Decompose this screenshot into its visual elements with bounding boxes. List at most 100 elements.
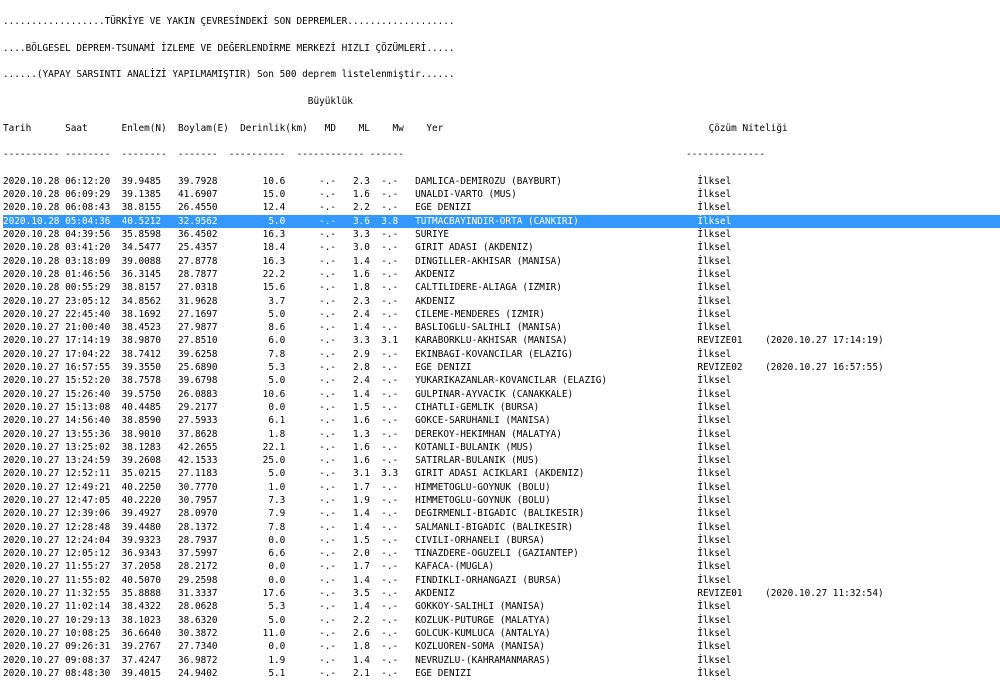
earthquake-row[interactable]: 2020.10.27 11:02:14 38.4322 28.0628 5.3 … xyxy=(3,600,1000,613)
earthquake-row[interactable]: 2020.10.27 22:45:40 38.1692 27.1697 5.0 … xyxy=(3,308,1000,321)
earthquake-row[interactable]: 2020.10.27 11:55:02 40.5070 29.2598 0.0 … xyxy=(3,574,1000,587)
row-latitude: 38.4322 xyxy=(121,601,162,613)
earthquake-row[interactable]: 2020.10.28 06:12:20 39.9485 39.7928 10.6… xyxy=(3,175,1000,188)
earthquake-row[interactable]: 2020.10.27 12:39:06 39.4927 28.0970 7.9 … xyxy=(3,507,1000,520)
row-mw: -.- xyxy=(381,627,399,639)
earthquake-row[interactable]: 2020.10.27 15:52:20 38.7578 39.6798 5.0 … xyxy=(3,374,1000,387)
earthquake-row[interactable]: 2020.10.27 15:26:40 39.5750 26.0883 10.6… xyxy=(3,388,1000,401)
earthquake-row[interactable]: 2020.10.27 12:24:04 39.9323 28.7937 0.0 … xyxy=(3,534,1000,547)
row-depth: 10.6 xyxy=(217,388,286,400)
row-mw: -.- xyxy=(381,455,399,467)
row-depth: 0.0 xyxy=(217,401,286,413)
earthquake-row[interactable]: 2020.10.27 09:08:37 37.4247 36.9872 1.9 … xyxy=(3,654,1000,667)
row-depth: 22.2 xyxy=(217,268,286,280)
row-depth: 1.9 xyxy=(217,654,286,666)
earthquake-row[interactable]: 2020.10.27 12:49:21 40.2250 30.7770 1.0 … xyxy=(3,481,1000,494)
col-tarih: Tarih xyxy=(3,122,66,134)
earthquake-row[interactable]: 2020.10.27 11:32:55 35.8888 31.3337 17.6… xyxy=(3,587,1000,600)
row-ml: 1.4 xyxy=(353,601,370,613)
row-depth: 1.8 xyxy=(217,428,286,440)
earthquake-row[interactable]: 2020.10.27 14:56:40 38.8590 27.5933 6.1 … xyxy=(3,414,1000,427)
row-longitude: 32.9562 xyxy=(178,215,218,227)
earthquake-row[interactable]: 2020.10.28 03:18:09 39.0088 27.8778 16.3… xyxy=(3,255,1000,268)
row-ml: 1.3 xyxy=(353,428,370,440)
earthquake-row[interactable]: 2020.10.27 13:55:36 38.9010 37.8628 1.8 … xyxy=(3,428,1000,441)
row-ml: 2.2 xyxy=(353,614,370,626)
row-latitude: 39.9323 xyxy=(121,534,162,546)
row-solution: İlksel xyxy=(697,415,766,427)
earthquake-row[interactable]: 2020.10.27 09:26:31 39.2767 27.7340 0.0 … xyxy=(3,640,1000,653)
earthquake-row[interactable]: 2020.10.28 05:04:36 40.5212 32.9562 5.0 … xyxy=(3,214,1000,229)
earthquake-row[interactable]: 2020.10.27 10:29:13 38.1023 38.6320 5.0 … xyxy=(3,614,1000,627)
earthquake-row[interactable]: 2020.10.27 10:08:25 36.6640 30.3872 11.0… xyxy=(3,627,1000,640)
row-ml: 1.8 xyxy=(353,641,370,653)
earthquake-row[interactable]: 2020.10.27 08:48:30 39.4015 24.9402 5.1 … xyxy=(3,667,1000,680)
earthquake-row[interactable]: 2020.10.27 17:14:19 38.9870 27.8510 6.0 … xyxy=(3,334,1000,347)
row-time: 22:45:40 xyxy=(65,308,111,320)
earthquake-row[interactable]: 2020.10.28 00:55:29 38.8157 27.0318 15.6… xyxy=(3,281,1000,294)
row-mw: -.- xyxy=(381,202,399,214)
row-place: DINGILLER-AKHISAR (MANISA) xyxy=(415,255,698,267)
row-date: 2020.10.28 xyxy=(3,215,60,227)
row-solution: İlksel xyxy=(697,468,766,480)
row-depth: 7.3 xyxy=(217,494,286,506)
earthquake-row[interactable]: 2020.10.27 12:05:12 36.9343 37.5997 6.6 … xyxy=(3,547,1000,560)
earthquake-row[interactable]: 2020.10.27 15:13:08 40.4485 29.2177 0.0 … xyxy=(3,401,1000,414)
earthquake-row[interactable]: 2020.10.27 12:47:05 40.2220 30.7957 7.3 … xyxy=(3,494,1000,507)
row-mw: -.- xyxy=(381,574,399,586)
row-solution: İlksel xyxy=(697,667,766,679)
earthquake-row[interactable]: 2020.10.27 13:24:59 39.2608 42.1533 25.0… xyxy=(3,454,1000,467)
earthquake-row[interactable]: 2020.10.28 03:41:20 34.5477 25.4357 18.4… xyxy=(3,241,1000,254)
earthquake-row[interactable]: 2020.10.27 12:28:48 39.4480 28.1372 7.8 … xyxy=(3,521,1000,534)
row-solution: İlksel xyxy=(697,441,766,453)
row-solution: İlksel xyxy=(697,229,766,241)
row-date: 2020.10.28 xyxy=(3,242,60,254)
row-ml: 1.6 xyxy=(353,441,370,453)
row-date: 2020.10.27 xyxy=(3,561,60,573)
earthquake-row[interactable]: 2020.10.27 11:55:27 37.2058 28.2172 0.0 … xyxy=(3,560,1000,573)
earthquake-row[interactable]: 2020.10.28 06:09:29 39.1385 41.6907 15.0… xyxy=(3,188,1000,201)
earthquake-row[interactable]: 2020.10.27 17:04:22 38.7412 39.6258 7.8 … xyxy=(3,348,1000,361)
row-latitude: 38.1692 xyxy=(121,308,162,320)
earthquake-row[interactable]: 2020.10.27 12:52:11 35.0215 27.1183 5.0 … xyxy=(3,467,1000,480)
earthquake-row[interactable]: 2020.10.28 04:39:56 35.8598 36.4502 16.3… xyxy=(3,228,1000,241)
row-depth: 15.0 xyxy=(217,189,286,201)
row-solution: İlksel xyxy=(697,534,766,546)
row-mw: -.- xyxy=(381,322,399,334)
earthquake-row[interactable]: 2020.10.27 13:25:02 38.1283 42.2655 22.1… xyxy=(3,441,1000,454)
row-time: 10:29:13 xyxy=(65,614,111,626)
earthquake-row[interactable]: 2020.10.28 01:46:56 36.3145 28.7877 22.2… xyxy=(3,268,1000,281)
row-ml: 1.4 xyxy=(353,322,370,334)
earthquake-row[interactable]: 2020.10.28 06:08:43 38.8155 26.4550 12.4… xyxy=(3,201,1000,214)
row-latitude: 35.8598 xyxy=(121,229,162,241)
earthquake-row[interactable]: 2020.10.27 21:00:40 38.4523 27.9877 8.6 … xyxy=(3,321,1000,334)
earthquake-row[interactable]: 2020.10.27 23:05:12 34.8562 31.9628 3.7 … xyxy=(3,295,1000,308)
row-solution: İlksel xyxy=(697,548,766,560)
earthquake-row[interactable]: 2020.10.27 16:57:55 39.3550 25.6890 5.3 … xyxy=(3,361,1000,374)
